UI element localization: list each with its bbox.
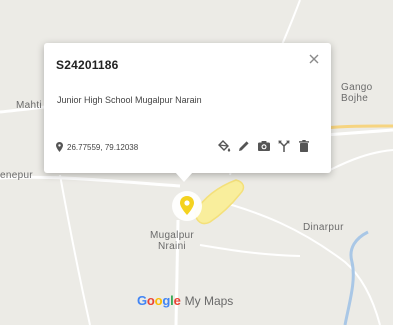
google-letter: G — [137, 293, 147, 308]
popup-coordinates: 26.77559, 79.12038 — [56, 141, 138, 153]
map-label-gango: Gango — [341, 82, 373, 93]
map-label-enepur: enepur — [0, 170, 33, 181]
popup-pointer — [175, 172, 193, 182]
paint-bucket-icon — [218, 140, 231, 152]
popup-description: Junior High School Mugalpur Narain — [57, 95, 202, 105]
google-letter: e — [173, 293, 181, 308]
map-pin-icon — [172, 191, 202, 221]
google-letter: o — [146, 293, 155, 308]
google-wordmark: Google — [137, 293, 181, 308]
map-label-dinarpur: Dinarpur — [303, 222, 344, 233]
map-label-mugalpur-line2: Nraini — [158, 241, 186, 252]
map-label-mugalpur: Mugalpur Nraini — [132, 230, 212, 252]
edit-button[interactable] — [237, 139, 251, 153]
pencil-icon — [239, 141, 249, 151]
place-info-popup: S24201186 Junior High School Mugalpur Na… — [44, 43, 331, 182]
map-label-bojhe: Bojhe — [341, 93, 369, 104]
camera-icon — [258, 141, 270, 151]
close-icon — [309, 54, 319, 64]
google-letter: g — [162, 293, 171, 308]
popup-title: S24201186 — [56, 58, 119, 72]
delete-button[interactable] — [297, 139, 311, 153]
map-label-mugalpur-line1: Mugalpur — [149, 230, 195, 241]
directions-icon — [278, 140, 290, 152]
map-label-mahti: Mahti — [16, 100, 42, 111]
trash-icon — [299, 140, 309, 152]
my-maps-label: My Maps — [184, 294, 234, 308]
directions-button[interactable] — [277, 139, 291, 153]
google-my-maps-logo: Google My Maps — [137, 293, 233, 308]
add-photo-button[interactable] — [257, 139, 271, 153]
coordinates-text: 26.77559, 79.12038 — [67, 142, 139, 152]
popup-toolbar — [217, 138, 311, 154]
style-button[interactable] — [217, 139, 231, 153]
close-button[interactable] — [306, 51, 322, 67]
location-pin-icon — [56, 142, 63, 152]
location-marker[interactable] — [171, 190, 203, 222]
